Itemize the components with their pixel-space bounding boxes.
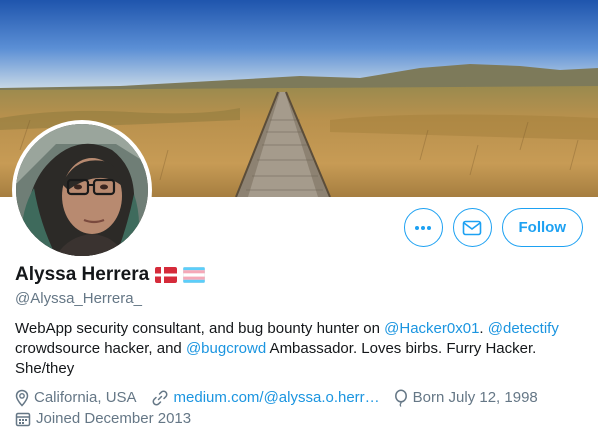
- joined-text: Joined December 2013: [36, 410, 192, 427]
- profile-bio: WebApp security consultant, and bug boun…: [15, 319, 585, 379]
- message-button[interactable]: [452, 208, 492, 247]
- location-text: California, USA: [34, 389, 137, 406]
- meta-row-secondary: Joined December 2013: [15, 409, 538, 429]
- bio-text: crowdsource hacker, and: [15, 340, 186, 357]
- avatar-frame[interactable]: [12, 120, 152, 260]
- birthday-text: Born July 12, 1998: [412, 389, 538, 406]
- calendar-icon: [15, 412, 31, 427]
- profile-actions: Follow: [403, 208, 583, 247]
- bio-text: .: [479, 320, 488, 337]
- mention-bugcrowd[interactable]: @bugcrowd: [186, 340, 266, 357]
- profile-name-row: Alyssa Herrera: [15, 264, 206, 286]
- mention-hacker0x01[interactable]: @Hacker0x01: [384, 320, 479, 337]
- more-icon: [415, 225, 431, 230]
- avatar[interactable]: [16, 124, 148, 256]
- profile-photo: [16, 124, 148, 256]
- mention-detectify[interactable]: @detectify: [488, 320, 559, 337]
- profile-meta: California, USA medium.com/@alyssa.o.her…: [15, 388, 538, 430]
- link-icon: [152, 390, 168, 406]
- profile-name: Alyssa Herrera: [15, 264, 150, 285]
- website-item: medium.com/@alyssa.o.herr…: [151, 388, 380, 408]
- website-link[interactable]: medium.com/@alyssa.o.herr…: [174, 388, 380, 408]
- bio-text: WebApp security consultant, and bug boun…: [15, 320, 385, 337]
- location-item: California, USA: [15, 388, 137, 408]
- location-pin-icon: [15, 389, 29, 407]
- transgender-flag: [183, 267, 206, 283]
- more-button[interactable]: [403, 208, 443, 247]
- profile-handle: @Alyssa_Herrera_: [15, 290, 142, 307]
- meta-row-primary: California, USA medium.com/@alyssa.o.her…: [15, 388, 538, 408]
- joined-item: Joined December 2013: [15, 409, 191, 429]
- balloon-icon: [394, 389, 407, 407]
- mail-icon: [462, 220, 482, 235]
- follow-button[interactable]: Follow: [501, 208, 583, 247]
- birthday-item: Born July 12, 1998: [394, 388, 538, 408]
- denmark-flag: [155, 267, 178, 283]
